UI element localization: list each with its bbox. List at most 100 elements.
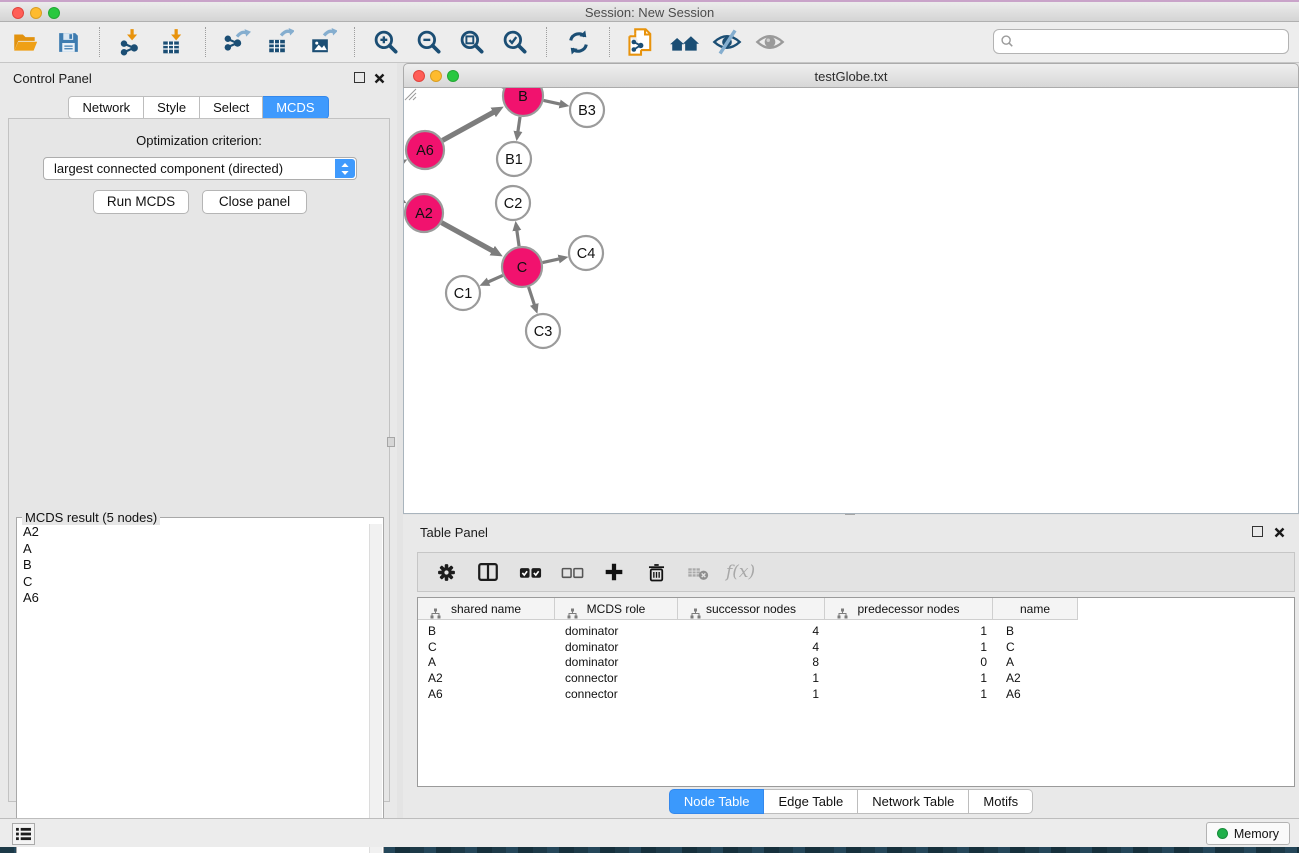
table-row[interactable]: Bdominator41B [418,624,1294,640]
open-session-icon[interactable] [8,25,42,59]
table-cell: dominator [555,655,678,671]
export-table-icon[interactable] [263,25,297,59]
node-A2[interactable]: A2 [405,194,443,232]
tab-node-table[interactable]: Node Table [669,789,765,814]
table-cell: B [418,624,555,640]
float-table-panel-icon[interactable] [1252,526,1263,537]
zoom-in-icon[interactable] [369,25,403,59]
node-table: shared nameMCDS rolesuccessor nodesprede… [417,597,1295,787]
table-row[interactable]: A6connector11A6 [418,687,1294,703]
edge-A2-C[interactable] [442,223,494,251]
delete-table-icon [684,558,712,586]
node-B3[interactable]: B3 [570,93,604,127]
close-panel-button[interactable]: Close panel [202,190,307,214]
table-cell: connector [555,687,678,703]
column-header-predecessor-nodes[interactable]: predecessor nodes [825,598,993,620]
delete-icon[interactable] [642,558,670,586]
float-panel-icon[interactable] [354,72,365,83]
mcds-result-item[interactable]: B [18,557,369,574]
export-image-icon[interactable] [306,25,340,59]
search-icon [1000,34,1014,48]
edge-A6-B[interactable] [443,112,495,140]
export-network-icon[interactable] [220,25,254,59]
node-C2[interactable]: C2 [496,186,530,220]
show-columns-icon[interactable] [474,558,502,586]
edge-B-B3[interactable] [544,100,561,104]
import-table-icon[interactable] [157,25,191,59]
mcds-result-item[interactable]: C [18,574,369,591]
home-icon[interactable] [667,25,701,59]
zoom-fit-icon[interactable] [455,25,489,59]
column-header-label: shared name [418,602,554,616]
control-panel-header: Control Panel [0,63,397,93]
svg-text:B3: B3 [578,103,596,119]
network-overview-icon[interactable] [624,25,658,59]
tab-mcds[interactable]: MCDS [263,96,328,119]
optimization-criterion-select[interactable]: largest connected component (directed) [43,157,357,180]
task-history-button[interactable] [12,823,35,845]
node-C4[interactable]: C4 [569,236,603,270]
svg-text:A6: A6 [416,143,434,159]
table-cell: 1 [678,671,825,687]
column-header-shared-name[interactable]: shared name [418,598,555,620]
mcds-result-item[interactable]: A [18,541,369,558]
network-window-titlebar[interactable]: testGlobe.txt [403,63,1299,88]
table-cell: B [993,624,1078,640]
add-icon[interactable] [600,558,628,586]
resize-grip-icon[interactable] [404,88,417,101]
column-header-MCDS-role[interactable]: MCDS role [555,598,678,620]
toolbar-separator [609,27,610,57]
tab-edge-table[interactable]: Edge Table [764,789,858,814]
tab-network[interactable]: Network [68,96,144,119]
list-icon [16,827,31,841]
horizontal-splitter-handle[interactable] [387,437,395,447]
settings-icon[interactable] [432,558,460,586]
zoom-selected-icon[interactable] [498,25,532,59]
node-C1[interactable]: C1 [446,276,480,310]
refresh-layout-icon[interactable] [561,25,595,59]
zoom-out-icon[interactable] [412,25,446,59]
edge-C-C4[interactable] [543,259,560,263]
hide-graphics-details-icon[interactable] [710,25,744,59]
save-session-icon[interactable] [51,25,85,59]
mcds-result-item[interactable]: A6 [18,590,369,607]
deselect-all-icon[interactable] [558,558,586,586]
table-row[interactable]: Adominator80A [418,655,1294,671]
mcds-tab-content: Optimization criterion: largest connecte… [8,118,390,802]
tab-style[interactable]: Style [144,96,200,119]
node-B[interactable]: B [503,88,543,116]
tab-select[interactable]: Select [200,96,263,119]
memory-button[interactable]: Memory [1206,822,1290,845]
table-row[interactable]: Cdominator41C [418,640,1294,656]
show-graphics-details-icon[interactable] [753,25,787,59]
tab-network-table[interactable]: Network Table [858,789,969,814]
edge-C-C2[interactable] [517,230,519,246]
select-all-icon[interactable] [516,558,544,586]
close-table-panel-icon[interactable] [1274,525,1285,543]
edge-C-C3[interactable] [529,287,535,305]
edge-B-B1[interactable] [518,117,520,132]
close-panel-icon[interactable] [374,71,385,89]
search-input[interactable] [993,29,1289,54]
node-B1[interactable]: B1 [497,142,531,176]
node-C[interactable]: C [502,247,542,287]
table-row[interactable]: A2connector11A2 [418,671,1294,687]
criterion-selected-value: largest connected component (directed) [54,161,283,176]
node-C3[interactable]: C3 [526,314,560,348]
node-A6[interactable]: A6 [406,131,444,169]
import-network-icon[interactable] [114,25,148,59]
network-canvas[interactable]: B4B2BB3A8A5A6A3B1AA1C2A2A4A7C4CC1C3DD1 [403,88,1299,514]
column-header-name[interactable]: name [993,598,1078,620]
edge-C-C1[interactable] [488,275,503,282]
column-header-successor-nodes[interactable]: successor nodes [678,598,825,620]
session-title: Session: New Session [0,5,1299,20]
mcds-result-list: A2ABCA6 [18,524,369,853]
table-panel-title: Table Panel [420,525,488,540]
run-mcds-button[interactable]: Run MCDS [93,190,189,214]
tab-motifs[interactable]: Motifs [969,789,1033,814]
mcds-result-scrollbar[interactable] [369,524,382,853]
table-cell: C [418,640,555,656]
table-cell: 0 [825,655,993,671]
mcds-result-item[interactable]: A2 [18,524,369,541]
column-header-label: predecessor nodes [825,602,992,616]
